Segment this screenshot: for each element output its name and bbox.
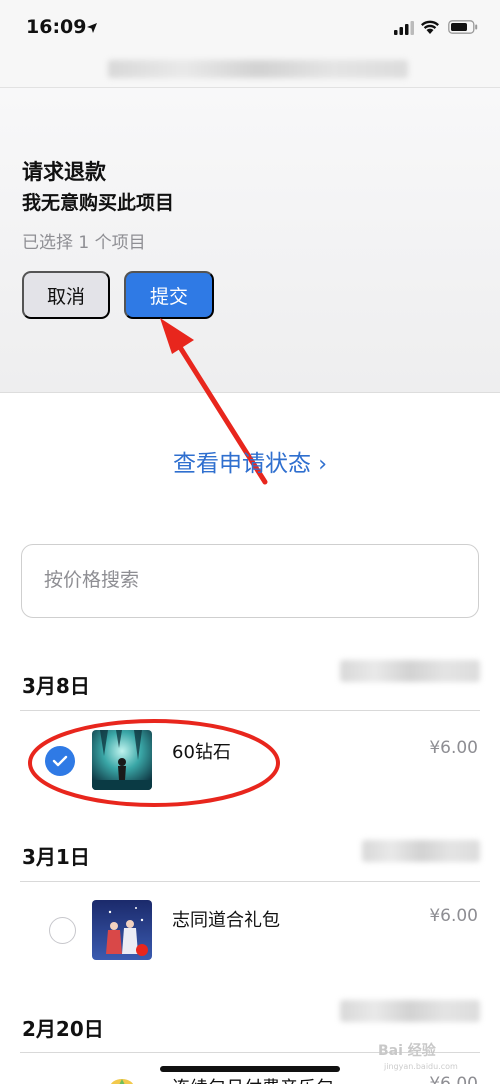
blurred-redaction: [340, 1000, 480, 1022]
blurred-redaction: [362, 840, 480, 862]
status-time: 16:09: [26, 16, 87, 38]
divider: [20, 881, 480, 882]
item-price: ¥6.00: [429, 906, 478, 926]
refund-title: 请求退款: [22, 160, 106, 184]
item-price: ¥6.00: [429, 738, 478, 758]
app-thumbnail-icon: [92, 1072, 152, 1084]
blurred-address-bar: [0, 48, 500, 88]
annotation-ellipse: [28, 719, 280, 807]
cellular-signal-icon: [394, 21, 414, 35]
item-name: 志同道合礼包: [172, 910, 280, 931]
wifi-icon: [421, 20, 439, 34]
home-indicator[interactable]: [160, 1066, 340, 1072]
cancel-button[interactable]: 取消: [22, 271, 110, 319]
game-thumbnail-icon: [92, 900, 152, 960]
baidu-watermark: Bai 经验: [378, 1043, 436, 1059]
blurred-redaction: [340, 660, 480, 682]
view-request-status-label: 查看申请状态: [172, 451, 311, 477]
unselected-checkbox[interactable]: [49, 917, 76, 944]
battery-icon: [448, 20, 478, 34]
date-header: 3月8日: [22, 674, 90, 698]
price-search-input[interactable]: [44, 569, 444, 591]
item-name: 连续包月付费音乐包: [172, 1074, 334, 1084]
location-arrow-icon: [87, 23, 97, 33]
baidu-watermark-url: jingyan.baidu.com: [384, 1062, 458, 1071]
date-header: 3月1日: [22, 845, 90, 869]
chevron-right-icon: ›: [318, 452, 328, 477]
selected-count: 已选择 1 个项目: [22, 233, 146, 253]
blurred-redaction: [108, 60, 408, 78]
refund-reason: 我无意购买此项目: [22, 192, 175, 214]
search-box[interactable]: [21, 544, 479, 618]
view-request-status-link[interactable]: 查看申请状态 ›: [0, 444, 500, 478]
date-header: 2月20日: [22, 1017, 104, 1041]
item-price: ¥6.00: [429, 1074, 478, 1084]
divider: [20, 710, 480, 711]
